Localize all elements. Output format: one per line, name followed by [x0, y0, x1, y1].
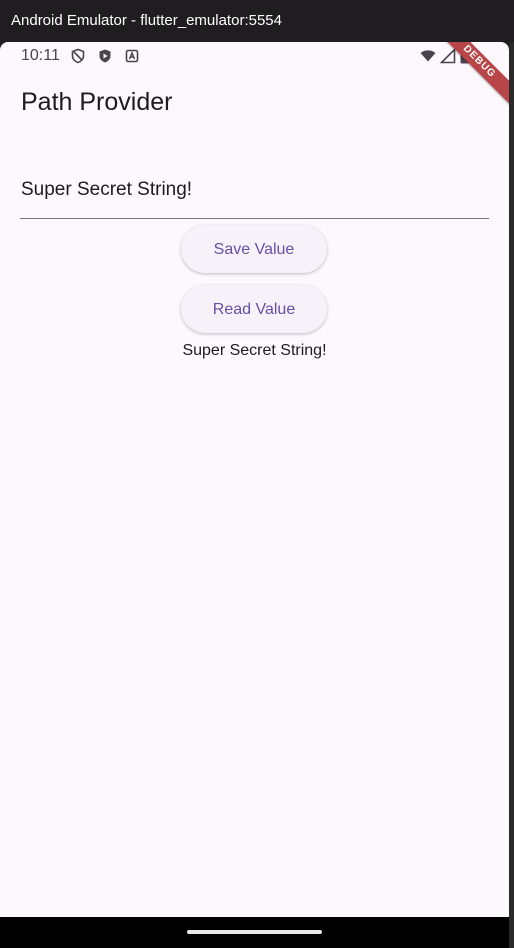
- shield-outline-icon: [70, 48, 86, 64]
- secret-input[interactable]: [20, 174, 491, 206]
- navigation-bar: [0, 917, 509, 948]
- read-value-button[interactable]: Read Value: [181, 285, 327, 333]
- window-title: Android Emulator - flutter_emulator:5554: [11, 12, 282, 29]
- cellular-signal-icon: [440, 48, 456, 64]
- status-time: 10:11: [21, 47, 60, 64]
- status-bar: 10:11 DEBUG: [0, 42, 509, 111]
- save-value-button[interactable]: Save Value: [181, 225, 327, 273]
- play-protect-icon: [97, 48, 113, 64]
- read-result-text: Super Secret String!: [182, 342, 327, 359]
- home-indicator[interactable]: [187, 930, 322, 934]
- emulator-window: Android Emulator - flutter_emulator:5554…: [0, 0, 514, 948]
- page-title: Path Provider: [21, 88, 173, 116]
- window-edge: [509, 42, 514, 948]
- window-titlebar[interactable]: Android Emulator - flutter_emulator:5554: [0, 0, 514, 42]
- wifi-icon: [420, 48, 436, 64]
- secret-text-field[interactable]: [20, 172, 491, 219]
- text-a-icon: [124, 48, 140, 64]
- device-screen: 10:11 DEBUG Path Provider Super Secret S…: [0, 42, 509, 917]
